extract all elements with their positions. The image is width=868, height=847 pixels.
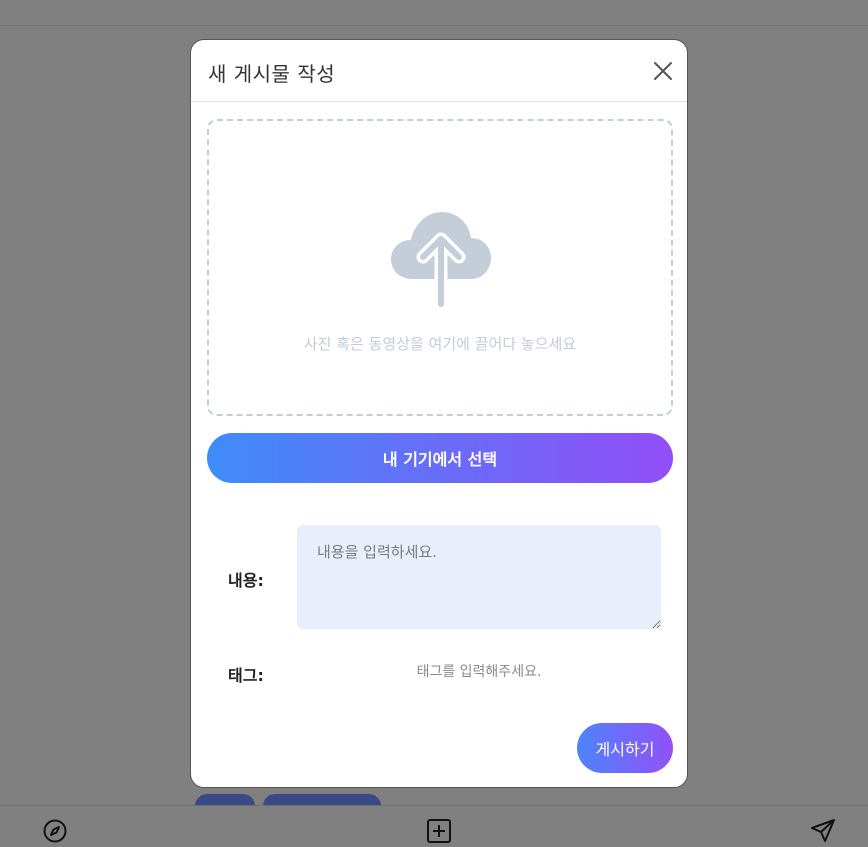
media-dropzone[interactable]: 사진 혹은 동영상을 여기에 끌어다 놓으세요	[207, 119, 673, 416]
content-textarea[interactable]	[297, 525, 661, 629]
app-top-bar	[0, 0, 868, 26]
new-post-modal: 새 게시물 작성 사진 혹은 동영상을 여기에 끌어다 놓으세요 내 기기에서 …	[190, 39, 688, 788]
plus-square-icon	[427, 819, 451, 843]
tag-label: 태그:	[228, 666, 264, 685]
close-icon[interactable]	[652, 60, 674, 82]
select-from-device-button[interactable]: 내 기기에서 선택	[207, 433, 673, 483]
bottom-navigation	[0, 805, 868, 847]
modal-header: 새 게시물 작성	[191, 40, 687, 102]
create-post-button[interactable]	[426, 818, 452, 844]
send-button[interactable]	[810, 818, 836, 844]
compass-icon	[43, 819, 67, 843]
tag-input[interactable]	[297, 656, 661, 688]
post-button[interactable]: 게시하기	[577, 723, 673, 773]
content-label: 내용:	[228, 571, 264, 590]
explore-button[interactable]	[42, 818, 68, 844]
modal-title: 새 게시물 작성	[208, 62, 336, 86]
cloud-upload-icon	[391, 212, 491, 307]
send-icon	[811, 819, 835, 842]
dropzone-instruction: 사진 혹은 동영상을 여기에 끌어다 놓으세요	[303, 335, 577, 353]
